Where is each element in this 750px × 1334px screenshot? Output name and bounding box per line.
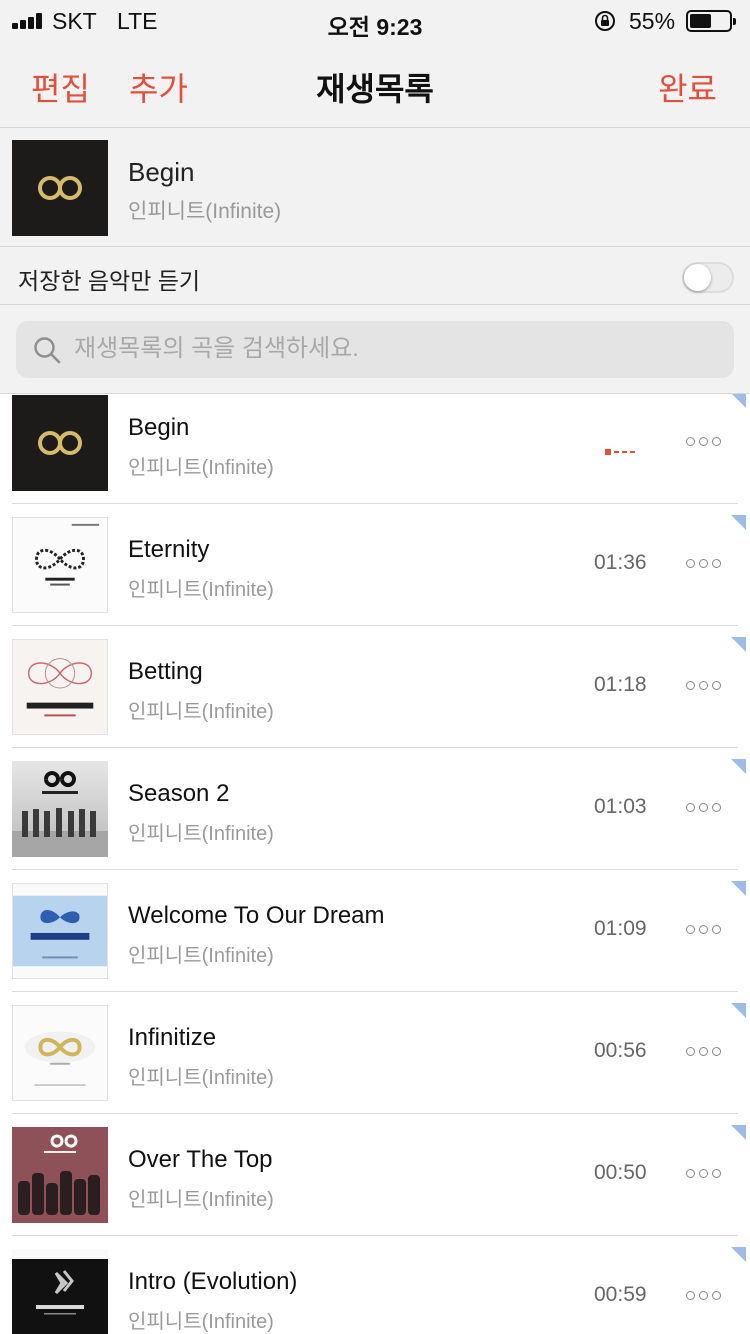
track-row[interactable]: Infinitize 인피니트(Infinite) 00:56 — [0, 1003, 750, 1126]
track-list[interactable]: Begin 인피니트(Infinite) Eternity 인피니트(Infin… — [0, 394, 750, 1334]
row-divider — [12, 869, 738, 870]
track-duration: 01:09 — [594, 917, 647, 940]
status-bar: SKT LTE 오전 9:23 55% — [0, 0, 750, 42]
saved-music-only-row: 저장한 음악만 듣기 — [0, 248, 750, 305]
more-dots-icon[interactable] — [686, 1166, 726, 1182]
row-divider — [12, 625, 738, 626]
now-playing-header[interactable]: Begin 인피니트(Infinite) — [0, 129, 750, 247]
search-input[interactable] — [74, 329, 714, 369]
row-divider — [12, 1113, 738, 1114]
track-artist: 인피니트(Infinite) — [128, 823, 274, 845]
row-divider — [12, 991, 738, 992]
battery-icon — [686, 10, 736, 32]
more-dots-icon[interactable] — [686, 556, 726, 572]
track-artist: 인피니트(Infinite) — [128, 1311, 274, 1333]
track-duration: 01:18 — [594, 673, 647, 696]
track-title: Begin — [128, 414, 190, 441]
rotation-lock-icon — [595, 11, 615, 31]
now-playing-artist: 인피니트(Infinite) — [128, 200, 282, 223]
more-dots-icon[interactable] — [686, 1288, 726, 1304]
downloaded-corner-marker — [731, 637, 746, 652]
track-title: Season 2 — [128, 780, 230, 807]
track-title: Infinitize — [128, 1024, 217, 1051]
row-divider — [12, 503, 738, 504]
row-divider — [12, 1235, 738, 1236]
track-row[interactable]: Intro (Evolution) 인피니트(Infinite) 00:59 — [0, 1247, 750, 1334]
more-dots-icon[interactable] — [686, 434, 726, 450]
row-divider — [12, 747, 738, 748]
track-title: Betting — [128, 658, 203, 685]
track-duration: 00:56 — [594, 1039, 647, 1062]
equalizer-icon — [605, 449, 635, 455]
track-duration: 01:03 — [594, 795, 647, 818]
downloaded-corner-marker — [731, 1247, 746, 1262]
track-title: Over The Top — [128, 1146, 273, 1173]
saved-music-only-toggle[interactable] — [682, 262, 734, 293]
downloaded-corner-marker — [731, 515, 746, 530]
album-art — [12, 761, 108, 857]
downloaded-corner-marker — [731, 1125, 746, 1140]
search-bar[interactable] — [16, 321, 734, 378]
track-duration: 00:59 — [594, 1283, 647, 1306]
track-title: Intro (Evolution) — [128, 1268, 298, 1295]
done-button[interactable]: 완료 — [658, 64, 717, 110]
track-row[interactable]: Eternity 인피니트(Infinite) 01:36 — [0, 515, 750, 638]
now-playing-title: Begin — [128, 157, 195, 187]
downloaded-corner-marker — [731, 1003, 746, 1018]
track-row[interactable]: Over The Top 인피니트(Infinite) 00:50 — [0, 1125, 750, 1248]
track-row[interactable]: Betting 인피니트(Infinite) 01:18 — [0, 637, 750, 760]
track-duration: 01:36 — [594, 551, 647, 574]
downloaded-corner-marker — [731, 394, 746, 408]
album-art — [12, 517, 108, 613]
playlist-header-area: SKT LTE 오전 9:23 55% 편집 추가 재생목록 완료 Begin … — [0, 0, 750, 394]
track-title: Welcome To Our Dream — [128, 902, 385, 929]
album-art — [12, 639, 108, 735]
battery-percent: 55% — [629, 8, 676, 34]
search-icon — [34, 337, 61, 364]
more-dots-icon[interactable] — [686, 800, 726, 816]
page-title: 재생목록 — [316, 71, 434, 107]
now-playing-album-art — [12, 140, 108, 236]
more-dots-icon[interactable] — [686, 1044, 726, 1060]
track-artist: 인피니트(Infinite) — [128, 457, 274, 479]
downloaded-corner-marker — [731, 881, 746, 896]
album-art — [12, 1249, 108, 1334]
track-row[interactable]: Begin 인피니트(Infinite) — [0, 394, 750, 516]
track-duration: 00:50 — [594, 1161, 647, 1184]
toggle-knob — [684, 264, 711, 291]
more-dots-icon[interactable] — [686, 922, 726, 938]
navigation-bar: 편집 추가 재생목록 완료 — [0, 42, 750, 128]
track-artist: 인피니트(Infinite) — [128, 945, 274, 967]
downloaded-corner-marker — [731, 759, 746, 774]
track-artist: 인피니트(Infinite) — [128, 1067, 274, 1089]
track-artist: 인피니트(Infinite) — [128, 701, 274, 723]
album-art — [12, 1127, 108, 1223]
album-art — [12, 883, 108, 979]
track-artist: 인피니트(Infinite) — [128, 1189, 274, 1211]
track-artist: 인피니트(Infinite) — [128, 579, 274, 601]
track-title: Eternity — [128, 536, 210, 563]
more-dots-icon[interactable] — [686, 678, 726, 694]
album-art — [12, 1005, 108, 1101]
track-row[interactable]: Welcome To Our Dream 인피니트(Infinite) 01:0… — [0, 881, 750, 1004]
album-art — [12, 395, 108, 491]
track-row[interactable]: Season 2 인피니트(Infinite) 01:03 — [0, 759, 750, 882]
saved-music-only-label: 저장한 음악만 듣기 — [18, 268, 201, 294]
